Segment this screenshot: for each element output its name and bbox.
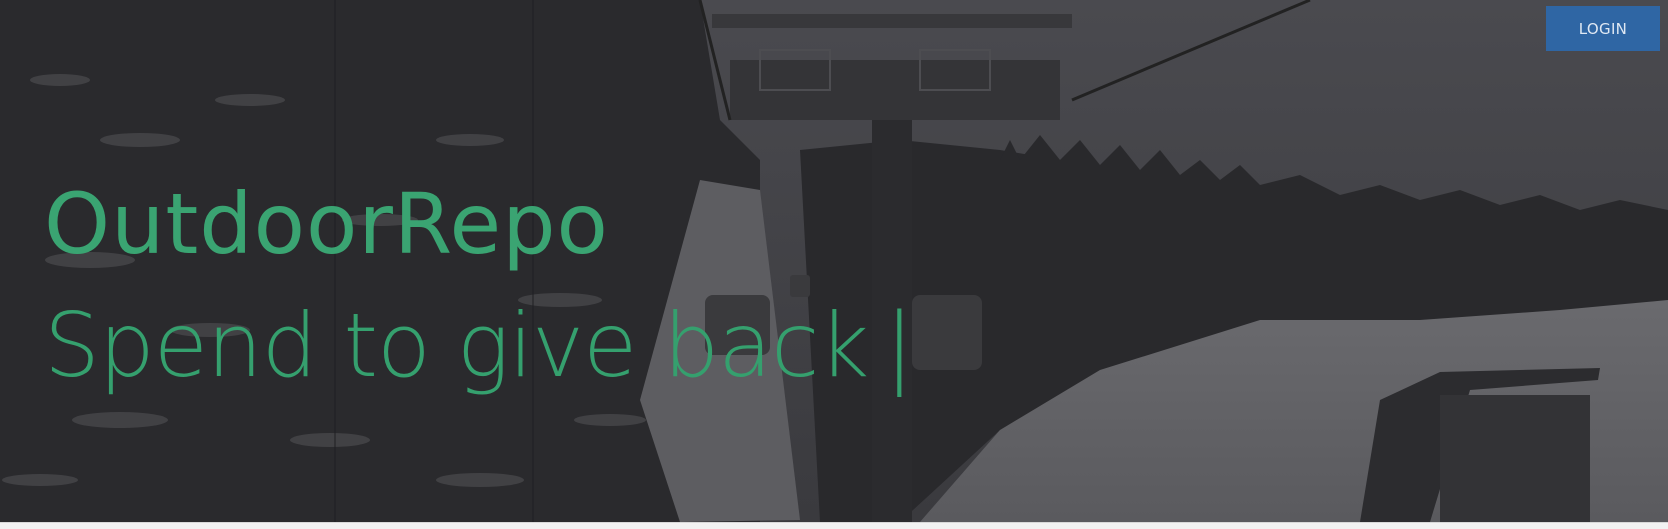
tagline: Spend to give back | [44, 294, 914, 397]
site-title: OutdoorRepo [44, 175, 609, 273]
login-button[interactable]: LOGIN [1546, 6, 1660, 51]
tagline-text: Spend to give back [44, 294, 869, 397]
typing-cursor: | [884, 294, 914, 397]
hero-banner: LOGIN OutdoorRepo Spend to give back | [0, 0, 1668, 522]
